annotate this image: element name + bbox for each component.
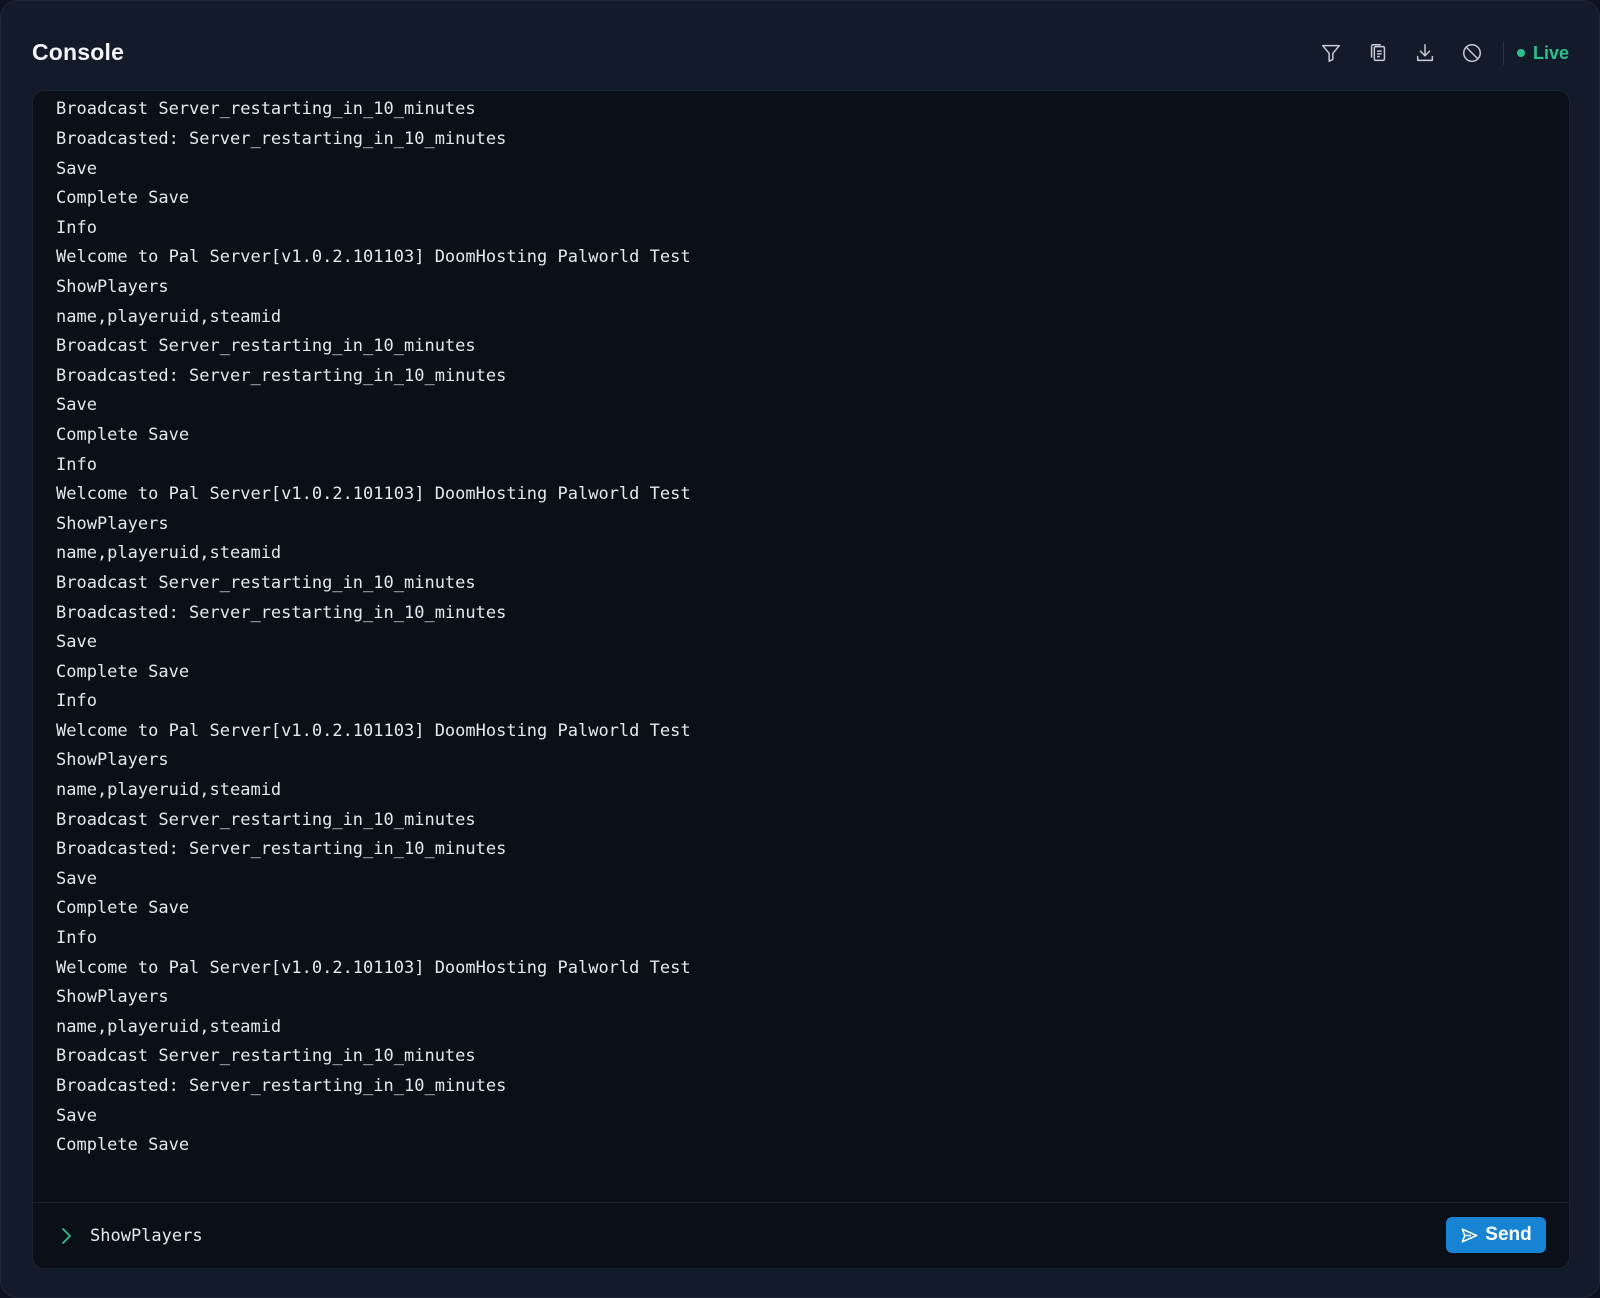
console-log[interactable]: name,playeruid,steamidBroadcast Server_r…	[33, 91, 1569, 1201]
live-status: Live	[1516, 42, 1569, 64]
live-label: Live	[1532, 42, 1569, 63]
log-line: Welcome to Pal Server[v1.0.2.101103] Doo…	[56, 720, 691, 741]
console-panel: name,playeruid,steamidBroadcast Server_r…	[32, 90, 1570, 1269]
log-line: name,playeruid,steamid	[56, 780, 282, 801]
command-input[interactable]	[90, 1222, 1390, 1250]
command-bar: Send	[33, 1202, 1569, 1268]
log-line: name,playeruid,steamid	[56, 1016, 282, 1037]
log-line: ShowPlayers	[56, 513, 169, 534]
log-line: Broadcast Server_restarting_in_10_minute…	[56, 1046, 476, 1067]
download-icon	[1416, 44, 1434, 62]
log-line: name,playeruid,steamid	[56, 306, 282, 327]
send-icon	[1461, 1227, 1478, 1243]
page-title: Console	[32, 39, 125, 65]
log-line: name,playeruid,steamid	[56, 543, 282, 564]
console-window: Console Live name,playeruid,steamidBroad…	[0, 0, 1600, 1298]
log-line: Broadcasted: Server_restarting_in_10_min…	[56, 602, 507, 623]
log-line: Save	[56, 395, 97, 416]
download-button[interactable]	[1407, 35, 1443, 71]
log-line: Welcome to Pal Server[v1.0.2.101103] Doo…	[56, 957, 691, 978]
log-line: Save	[56, 158, 97, 179]
log-line: Info	[56, 928, 97, 949]
log-line: Complete Save	[56, 898, 190, 919]
live-dot-icon	[1516, 49, 1525, 57]
log-line: Broadcasted: Server_restarting_in_10_min…	[56, 839, 507, 860]
log-line: Broadcast Server_restarting_in_10_minute…	[56, 809, 476, 830]
log-line: Save	[56, 1105, 97, 1126]
log-line: Save	[56, 868, 97, 889]
filter-icon	[1321, 44, 1340, 62]
log-line: Broadcasted: Server_restarting_in_10_min…	[56, 1076, 507, 1096]
log-line: Info	[56, 454, 97, 475]
console-header: Console Live	[1, 1, 1599, 91]
log-line: ShowPlayers	[56, 987, 169, 1008]
log-line: Complete Save	[56, 188, 190, 209]
log-line: ShowPlayers	[56, 276, 169, 297]
log-line: Info	[56, 691, 97, 712]
clear-icon	[1462, 44, 1481, 62]
copy-icon	[1370, 44, 1386, 62]
log-line: Broadcast Server_restarting_in_10_minute…	[56, 99, 476, 120]
send-button[interactable]: Send	[1446, 1217, 1546, 1253]
log-line: ShowPlayers	[56, 750, 169, 771]
log-line: name,playeruid,steamid	[56, 91, 691, 99]
log-line: Broadcasted: Server_restarting_in_10_min…	[56, 129, 507, 149]
log-line: Welcome to Pal Server[v1.0.2.101103] Doo…	[56, 247, 691, 268]
log-line: Broadcasted: Server_restarting_in_10_min…	[56, 365, 507, 386]
toolbar: Live	[1302, 35, 1569, 71]
log-line: Complete Save	[56, 661, 190, 682]
send-label: Send	[1485, 1224, 1532, 1245]
log-line: Save	[56, 632, 97, 653]
log-line: Welcome to Pal Server[v1.0.2.101103] Doo…	[56, 484, 691, 505]
log-line: Complete Save	[56, 424, 190, 445]
clear-button[interactable]	[1454, 35, 1490, 71]
log-line: Broadcast Server_restarting_in_10_minute…	[56, 572, 476, 593]
log-line: Broadcast Server_restarting_in_10_minute…	[56, 336, 476, 357]
toolbar-divider	[1502, 41, 1504, 65]
log-line: Complete Save	[56, 1135, 190, 1156]
log-line: Info	[56, 217, 97, 238]
filter-button[interactable]	[1313, 35, 1349, 71]
copy-button[interactable]	[1360, 35, 1396, 71]
log-lines: name,playeruid,steamidBroadcast Server_r…	[56, 91, 691, 1165]
chevron-right-icon	[62, 1228, 71, 1244]
